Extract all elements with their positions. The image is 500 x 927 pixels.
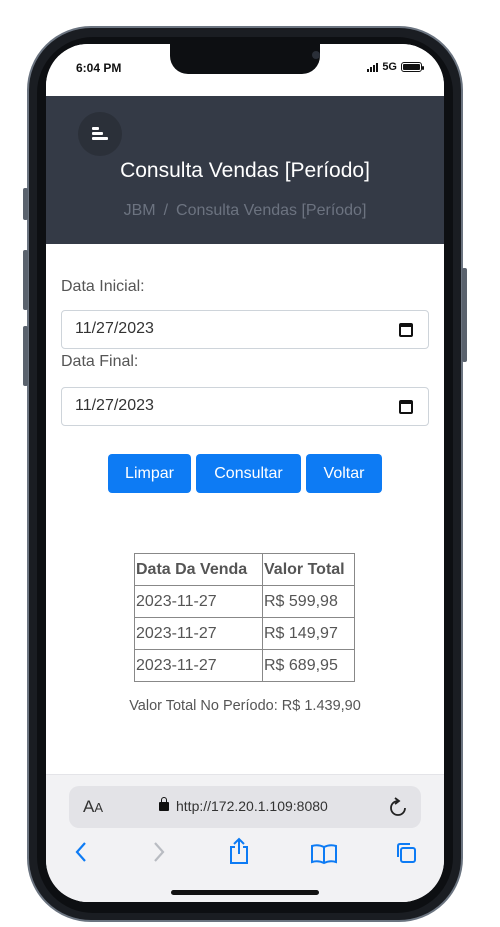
bookmarks-icon[interactable]	[310, 843, 338, 865]
clear-button[interactable]: Limpar	[108, 454, 191, 493]
screen: 6:04 PM 5G Consulta Vendas [Período] JBM…	[46, 44, 444, 902]
address-bar[interactable]: AA http://172.20.1.109:8080	[69, 786, 421, 828]
table-row: 2023-11-27 R$ 149,97	[134, 617, 355, 650]
status-indicators: 5G	[367, 61, 424, 73]
reload-icon[interactable]	[389, 797, 407, 817]
end-date-label: Data Final:	[61, 353, 139, 370]
start-date-value: 11/27/2023	[75, 320, 154, 337]
page-title: Consulta Vendas [Período]	[120, 159, 370, 182]
text-size-button[interactable]: AA	[83, 797, 103, 817]
table-header-row: Data Da Venda Valor Total	[134, 553, 355, 586]
calendar-icon[interactable]	[399, 400, 413, 414]
notch	[170, 44, 320, 74]
volume-up-button	[23, 250, 28, 310]
end-date-input[interactable]: 11/27/2023	[61, 387, 429, 426]
breadcrumb-current: Consulta Vendas [Período]	[176, 202, 367, 219]
camera	[312, 51, 320, 59]
calendar-icon[interactable]	[399, 323, 413, 337]
column-header-date: Data Da Venda	[134, 553, 263, 586]
status-time: 6:04 PM	[76, 61, 122, 75]
mute-switch	[23, 188, 28, 220]
end-date-value: 11/27/2023	[75, 397, 154, 414]
cell-total: R$ 599,98	[262, 585, 355, 618]
cell-total: R$ 689,95	[262, 649, 355, 682]
cell-total: R$ 149,97	[262, 617, 355, 650]
network-label: 5G	[382, 61, 397, 73]
back-icon[interactable]	[74, 841, 88, 863]
menu-icon	[92, 127, 108, 141]
forward-icon[interactable]	[152, 841, 166, 863]
status-bar: 6:04 PM 5G	[46, 44, 444, 96]
volume-down-button	[23, 326, 28, 386]
browser-toolbar: AA http://172.20.1.109:8080	[46, 774, 444, 902]
battery-icon	[401, 62, 424, 72]
cell-date: 2023-11-27	[134, 617, 263, 650]
url-text[interactable]: http://172.20.1.109:8080	[176, 798, 328, 814]
cell-date: 2023-11-27	[134, 649, 263, 682]
table-row: 2023-11-27 R$ 599,98	[134, 585, 355, 618]
home-indicator	[171, 890, 319, 895]
menu-button[interactable]	[78, 112, 122, 156]
start-date-label: Data Inicial:	[61, 278, 145, 295]
share-icon[interactable]	[228, 837, 250, 865]
table-row: 2023-11-27 R$ 689,95	[134, 649, 355, 682]
breadcrumb: JBM / Consulta Vendas [Período]	[123, 202, 367, 219]
signal-icon	[367, 62, 379, 72]
tabs-icon[interactable]	[394, 841, 418, 865]
cell-date: 2023-11-27	[134, 585, 263, 618]
lock-icon	[159, 797, 169, 811]
start-date-input[interactable]: 11/27/2023	[61, 310, 429, 349]
breadcrumb-home-link[interactable]: JBM	[124, 202, 156, 219]
column-header-total: Valor Total	[262, 553, 355, 586]
query-button[interactable]: Consultar	[196, 454, 301, 493]
sales-table: Data Da Venda Valor Total 2023-11-27 R$ …	[134, 553, 355, 682]
back-button[interactable]: Voltar	[306, 454, 382, 493]
period-total: Valor Total No Período: R$ 1.439,90	[129, 698, 361, 714]
power-button	[462, 268, 467, 362]
